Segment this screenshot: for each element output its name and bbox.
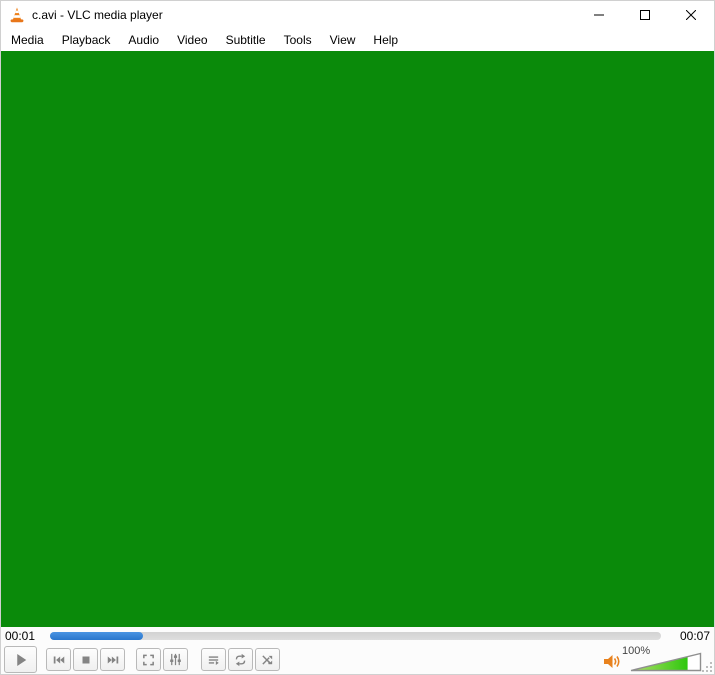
extended-settings-button[interactable] (163, 648, 188, 671)
minimize-icon (594, 14, 604, 16)
vlc-cone-icon (10, 7, 24, 23)
fullscreen-icon (143, 654, 154, 665)
menu-subtitle[interactable]: Subtitle (217, 30, 275, 50)
volume-slider[interactable]: 100% (622, 645, 702, 672)
next-icon (107, 656, 118, 663)
elapsed-time: 00:01 (5, 629, 36, 643)
window-controls (576, 1, 714, 29)
loop-button[interactable] (228, 648, 253, 671)
play-icon (16, 653, 26, 666)
menu-playback[interactable]: Playback (53, 30, 120, 50)
volume-wedge (630, 652, 702, 672)
playlist-icon (208, 655, 219, 665)
close-icon (686, 10, 696, 20)
seek-row: 00:01 00:07 (1, 627, 714, 645)
stop-button[interactable] (73, 648, 98, 671)
fullscreen-button[interactable] (136, 648, 161, 671)
menu-audio[interactable]: Audio (119, 30, 168, 50)
menu-video[interactable]: Video (168, 30, 216, 50)
shuffle-icon (262, 654, 273, 665)
shuffle-button[interactable] (255, 648, 280, 671)
maximize-icon (640, 10, 650, 20)
close-button[interactable] (668, 1, 714, 29)
next-button[interactable] (100, 648, 125, 671)
previous-button[interactable] (46, 648, 71, 671)
stop-icon (82, 656, 89, 663)
view-group (136, 648, 188, 671)
seek-progress (50, 632, 144, 640)
seek-slider[interactable] (50, 632, 661, 640)
title-bar: c.avi - VLC media player (1, 1, 714, 29)
transport-group (46, 648, 125, 671)
maximize-button[interactable] (622, 1, 668, 29)
menu-view[interactable]: View (321, 30, 365, 50)
window-title: c.avi - VLC media player (32, 8, 163, 22)
minimize-button[interactable] (576, 1, 622, 29)
playlist-button[interactable] (201, 648, 226, 671)
menu-help[interactable]: Help (364, 30, 407, 50)
playlist-group (201, 648, 280, 671)
menu-media[interactable]: Media (2, 30, 53, 50)
equalizer-sliders-icon (170, 653, 181, 666)
loop-icon (235, 653, 246, 666)
total-time: 00:07 (679, 629, 710, 643)
resize-grip[interactable] (700, 660, 713, 673)
play-button[interactable] (4, 646, 37, 673)
previous-icon (53, 656, 64, 663)
speaker-icon[interactable] (602, 653, 622, 670)
vlc-window: c.avi - VLC media player Media Playback … (0, 0, 715, 675)
controls-bar: 100% (1, 645, 714, 674)
menu-bar: Media Playback Audio Video Subtitle Tool… (1, 29, 714, 51)
menu-tools[interactable]: Tools (275, 30, 321, 50)
volume-zone: 100% (602, 645, 702, 672)
video-display-area[interactable] (1, 51, 714, 627)
